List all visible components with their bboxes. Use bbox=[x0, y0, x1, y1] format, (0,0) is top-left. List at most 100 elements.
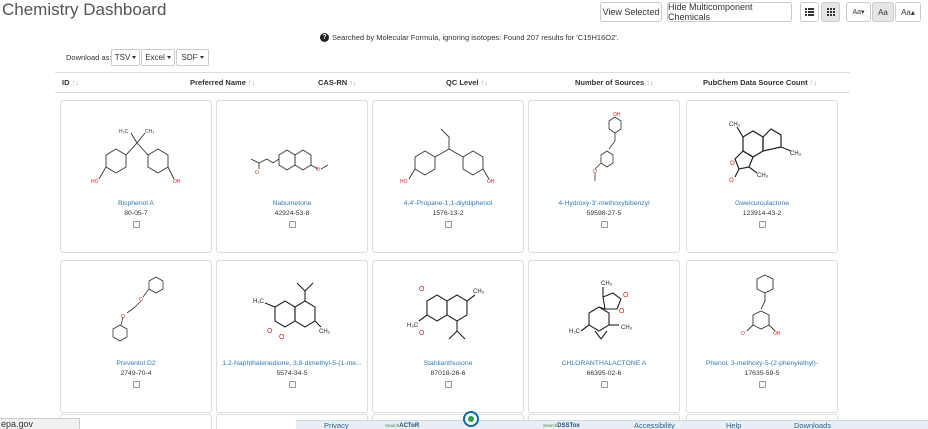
structure-methoxy-phenylethyl-phenol-image[interactable]: O OH bbox=[687, 267, 839, 357]
sort-by-id[interactable]: ID ↑↓ bbox=[62, 78, 79, 87]
svg-text:O: O bbox=[139, 297, 143, 303]
casrn: 42924-53-8 bbox=[274, 210, 310, 217]
sort-icon: ↑↓ bbox=[71, 78, 80, 87]
structure-chloranthalactone-image[interactable]: CH₃ O O H₂C CH₃ bbox=[529, 267, 681, 357]
svg-text:O: O bbox=[619, 308, 625, 315]
chemical-name-link[interactable]: Phenol, 3-methoxy-5-(2-phenylethyl)- bbox=[689, 360, 835, 367]
search-summary-text: Searched by Molecular Formula, ignoring … bbox=[332, 33, 619, 42]
chemical-name-link[interactable]: CHLORANTHALACTONE A bbox=[531, 360, 677, 367]
footer-link-actor[interactable]: SearchACToR bbox=[385, 423, 419, 429]
svg-text:O: O bbox=[279, 334, 285, 341]
chemical-card: O O Nabumetone 42924-53-8 bbox=[216, 100, 368, 253]
svg-text:H₃C: H₃C bbox=[253, 299, 265, 305]
font-size-large-button[interactable]: Aa▴ bbox=[895, 2, 921, 22]
question-icon: ? bbox=[320, 33, 329, 42]
select-checkbox[interactable] bbox=[289, 381, 296, 388]
svg-text:O: O bbox=[255, 170, 259, 176]
footer-link-help[interactable]: Help bbox=[726, 421, 741, 429]
grid-view-button[interactable] bbox=[821, 2, 840, 22]
svg-text:H₃C: H₃C bbox=[407, 323, 419, 329]
structure-hydroxy-methoxybibenzyl-image[interactable]: OH O bbox=[529, 107, 681, 197]
chemical-card: OH O 4-Hydroxy-3'-methoxybibenzyl 59598-… bbox=[528, 100, 680, 253]
header-label: CAS-RN bbox=[318, 78, 348, 87]
sort-by-qc-level[interactable]: QC Level ↑↓ bbox=[446, 78, 488, 87]
svg-text:CH₃: CH₃ bbox=[601, 281, 613, 287]
structure-stahlianthusone-image[interactable]: O O CH₃ H₃C bbox=[373, 267, 525, 357]
download-tsv-label: TSV bbox=[114, 53, 131, 62]
chemical-name-link[interactable]: Stahlianthusone bbox=[375, 360, 521, 367]
download-tsv-button[interactable]: TSV bbox=[111, 49, 140, 66]
svg-text:OH: OH bbox=[487, 179, 495, 185]
footer-link-accessibility[interactable]: Accessibility bbox=[634, 421, 675, 429]
chemical-name-link[interactable]: Nabumetone bbox=[219, 200, 365, 207]
chemical-name-link[interactable]: 1,2-Naphthalenedione, 3,8-dimethyl-5-(1-… bbox=[219, 360, 365, 367]
footer-dsstox-prefix: Search bbox=[543, 423, 558, 428]
sort-icon: ↑↓ bbox=[646, 78, 654, 87]
structure-preventol-d2-image[interactable]: O O bbox=[61, 267, 213, 357]
casrn: 17635-59-5 bbox=[744, 370, 780, 377]
svg-text:OH: OH bbox=[173, 179, 181, 185]
download-sdf-label: SDF bbox=[181, 53, 198, 62]
svg-text:HO: HO bbox=[400, 179, 408, 185]
footer-link-privacy[interactable]: Privacy bbox=[324, 421, 349, 429]
status-url: epa.gov bbox=[0, 418, 80, 429]
font-size-medium-button[interactable]: Aa bbox=[872, 2, 894, 22]
sort-by-preferred-name[interactable]: Preferred Name ↑↓ bbox=[190, 78, 255, 87]
casrn: 66395-02-6 bbox=[586, 370, 622, 377]
view-selected-button[interactable]: View Selected bbox=[600, 2, 662, 22]
casrn: 59598-27-5 bbox=[586, 210, 622, 217]
chemical-name-link[interactable]: Preventol D2 bbox=[63, 360, 209, 367]
svg-text:O: O bbox=[730, 161, 735, 167]
caret-down-icon bbox=[199, 56, 204, 59]
download-excel-button[interactable]: Excel bbox=[141, 49, 175, 66]
chemical-name-link[interactable]: Bisphenol A bbox=[63, 200, 209, 207]
chemical-name-link[interactable]: Gweicurculactone bbox=[689, 200, 835, 207]
select-checkbox[interactable] bbox=[601, 381, 608, 388]
chemical-name-link[interactable]: 4,4'-Propane-1,1-diyldiphenol bbox=[375, 200, 521, 207]
hide-multicomponent-button[interactable]: Hide Multicomponent Chemicals bbox=[667, 2, 792, 22]
sort-by-pubchem-count[interactable]: PubChem Data Source Count ↑↓ bbox=[703, 78, 817, 87]
list-icon bbox=[805, 8, 814, 16]
list-view-button[interactable] bbox=[800, 2, 819, 22]
casrn: 87018-26-6 bbox=[430, 370, 466, 377]
sort-icon: ↑↓ bbox=[349, 78, 357, 87]
chemical-card: CH₃ O O H₂C CH₃ CHLORANTHALACTONE A 6639… bbox=[528, 260, 680, 413]
font-size-small-button[interactable]: Aa▾ bbox=[846, 2, 871, 22]
select-checkbox[interactable] bbox=[133, 381, 140, 388]
select-checkbox[interactable] bbox=[445, 381, 452, 388]
header-label: QC Level bbox=[446, 78, 479, 87]
casrn: 123914-43-2 bbox=[742, 210, 782, 217]
svg-text:OH: OH bbox=[773, 331, 781, 337]
casrn: 1576-13-2 bbox=[432, 210, 464, 217]
casrn: 2749-70-4 bbox=[120, 370, 152, 377]
chemical-name-link[interactable]: 4-Hydroxy-3'-methoxybibenzyl bbox=[531, 200, 677, 207]
select-checkbox[interactable] bbox=[133, 221, 140, 228]
footer-link-dsstox[interactable]: SearchDSSTox bbox=[543, 423, 580, 429]
select-checkbox[interactable] bbox=[601, 221, 608, 228]
epa-logo-icon[interactable] bbox=[463, 411, 479, 427]
structure-naphthalenedione-image[interactable]: H₃C CH₃ O O bbox=[217, 267, 369, 357]
sort-icon: ↑↓ bbox=[247, 78, 256, 87]
footer-actor-prefix: Search bbox=[385, 423, 400, 428]
chemical-card: O OH Phenol, 3-methoxy-5-(2-phenylethyl)… bbox=[686, 260, 838, 413]
svg-text:CH₃: CH₃ bbox=[757, 173, 769, 179]
download-sdf-button[interactable]: SDF bbox=[176, 49, 209, 66]
header-label: PubChem Data Source Count bbox=[703, 78, 808, 87]
select-checkbox[interactable] bbox=[289, 221, 296, 228]
header-label: Number of Sources bbox=[575, 78, 645, 87]
select-checkbox[interactable] bbox=[759, 381, 766, 388]
svg-text:CH₃: CH₃ bbox=[621, 325, 633, 331]
structure-bisphenol-a-image[interactable]: H₃C CH₃ HO OH bbox=[61, 107, 213, 197]
select-checkbox[interactable] bbox=[445, 221, 452, 228]
svg-text:O: O bbox=[316, 167, 320, 173]
sort-icon: ↑↓ bbox=[809, 78, 818, 87]
sort-by-casrn[interactable]: CAS-RN ↑↓ bbox=[318, 78, 357, 87]
structure-gweicurculactone-image[interactable]: CH₃ CH₃ CH₃ O O bbox=[687, 107, 839, 197]
caret-down-icon bbox=[132, 56, 137, 59]
footer-link-downloads[interactable]: Downloads bbox=[794, 421, 831, 429]
select-checkbox[interactable] bbox=[759, 221, 766, 228]
structure-nabumetone-image[interactable]: O O bbox=[217, 107, 369, 197]
chemical-card: HO OH 4,4'-Propane-1,1-diyldiphenol 1576-… bbox=[372, 100, 524, 253]
sort-by-number-of-sources[interactable]: Number of Sources ↑↓ bbox=[575, 78, 654, 87]
structure-propane-diyldiphenol-image[interactable]: HO OH bbox=[373, 107, 525, 197]
